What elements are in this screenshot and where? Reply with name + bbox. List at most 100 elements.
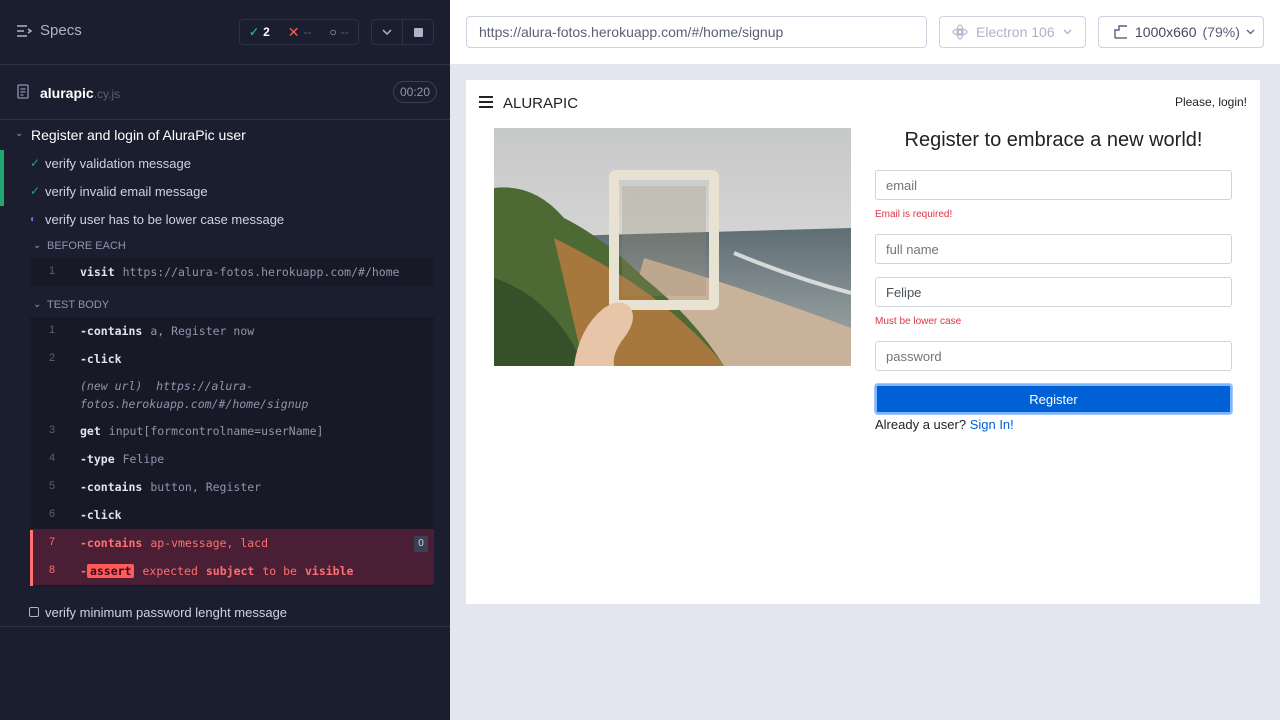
command-number: 3 bbox=[49, 424, 56, 436]
assert-tobe: to be bbox=[262, 564, 297, 578]
test-row[interactable]: verify minimum password lenght message bbox=[0, 598, 450, 627]
before-each-label: BEFORE EACH bbox=[47, 240, 126, 252]
pending-stat: ○ -- bbox=[320, 20, 357, 44]
command-number: 6 bbox=[49, 508, 56, 520]
command-name: visit https://alura-fotos.herokuapp.com/#… bbox=[80, 265, 400, 279]
command-message: ap-vmessage, lacd bbox=[150, 536, 269, 550]
before-each-block: 1 visit https://alura-fotos.herokuapp.com… bbox=[30, 258, 434, 286]
assert-visible: visible bbox=[304, 564, 354, 578]
chevron-down-icon[interactable]: ⌄ bbox=[33, 240, 41, 251]
url-bar[interactable]: https://alura-fotos.herokuapp.com/#/home… bbox=[466, 16, 927, 48]
command-message: Felipe bbox=[122, 452, 165, 466]
element-count-badge: 0 bbox=[414, 536, 428, 552]
check-icon: ✓ bbox=[30, 156, 41, 170]
stop-icon bbox=[413, 27, 423, 37]
test-label: verify user has to be lower case message bbox=[45, 212, 285, 227]
already-label: Already a user? bbox=[875, 417, 967, 432]
stop-button[interactable] bbox=[403, 19, 434, 45]
register-button[interactable]: Register bbox=[875, 384, 1232, 414]
specs-button[interactable]: Specs bbox=[16, 22, 82, 39]
command-name: -click bbox=[80, 508, 122, 522]
command-number: 2 bbox=[49, 352, 56, 364]
failure-indicator bbox=[30, 530, 33, 586]
suite-chevron-icon[interactable]: ⌄ bbox=[15, 128, 23, 139]
new-url-row[interactable]: (new url) https://alura- fotos.herokuapp… bbox=[30, 373, 434, 417]
sign-in-link[interactable]: Sign In! bbox=[970, 417, 1014, 432]
command-name: - assert expected subject to be visible bbox=[80, 564, 354, 578]
new-url-label: (new url) bbox=[80, 379, 143, 393]
test-row[interactable]: ✓ verify validation message bbox=[0, 150, 450, 178]
failed-command-row[interactable]: 8 - assert expected subject to be visible bbox=[30, 557, 434, 585]
command-row[interactable]: 3 get input[formcontrolname=userName] bbox=[30, 417, 434, 445]
test-row[interactable]: ◐ verify user has to be lower case messa… bbox=[0, 206, 450, 234]
app-under-test: ALURAPIC Please, login! Register to embr… bbox=[466, 80, 1260, 604]
specs-list-icon bbox=[17, 24, 32, 37]
check-icon: ✓ bbox=[30, 184, 41, 198]
app-toolbar: https://alura-fotos.herokuapp.com/#/home… bbox=[450, 0, 1280, 64]
spec-name[interactable]: alurapic.cy.js bbox=[40, 85, 120, 101]
test-label: verify invalid email message bbox=[45, 184, 208, 199]
expand-button[interactable] bbox=[371, 19, 403, 45]
command-row[interactable]: 4 -type Felipe bbox=[30, 445, 434, 473]
passed-indicator bbox=[0, 150, 4, 178]
reporter-header: Specs ✓ 2 ✕ -- ○ -- bbox=[0, 0, 450, 65]
command-name: -contains ap-vmessage, lacd bbox=[80, 536, 269, 550]
brand-logo[interactable]: ALURAPIC bbox=[503, 95, 578, 112]
password-field[interactable] bbox=[875, 341, 1232, 371]
electron-icon bbox=[952, 24, 968, 40]
spinner-icon: ◐ bbox=[30, 214, 37, 225]
test-body-label: TEST BODY bbox=[47, 299, 110, 311]
new-url-text: (new url) https://alura- fotos.herokuapp… bbox=[80, 377, 308, 413]
pending-square-icon bbox=[29, 607, 39, 617]
spec-row: alurapic.cy.js 00:20 bbox=[0, 65, 450, 120]
viewport-size: 1000x660 bbox=[1135, 24, 1197, 40]
file-icon bbox=[17, 84, 29, 99]
command-number: 7 bbox=[49, 536, 56, 548]
test-row[interactable]: ✓ verify invalid email message bbox=[0, 178, 450, 206]
passed-indicator bbox=[0, 178, 4, 206]
chevron-down-icon[interactable]: ⌄ bbox=[33, 299, 41, 310]
command-row[interactable]: 1 visit https://alura-fotos.herokuapp.com… bbox=[30, 258, 434, 286]
hamburger-menu-icon[interactable] bbox=[479, 96, 493, 108]
command-message: input[formcontrolname=userName] bbox=[108, 424, 324, 438]
command-row[interactable]: 1 -contains a, Register now bbox=[30, 317, 434, 345]
new-url-line1: https://alura- bbox=[156, 379, 254, 393]
suite-title[interactable]: Register and login of AluraPic user bbox=[31, 127, 246, 143]
fullname-field[interactable] bbox=[875, 234, 1232, 264]
command-number: 8 bbox=[49, 564, 56, 576]
browser-selector[interactable]: Electron 106 bbox=[939, 16, 1086, 48]
passed-stat: ✓ 2 bbox=[240, 20, 279, 44]
x-icon: ✕ bbox=[287, 23, 300, 40]
reporter-panel: Specs ✓ 2 ✕ -- ○ -- alurapic.cy.js 00:20 bbox=[0, 0, 450, 720]
pending-icon: ○ bbox=[329, 25, 337, 39]
command-number: 4 bbox=[49, 452, 56, 464]
command-name: -contains a, Register now bbox=[80, 324, 255, 338]
ruler-icon bbox=[1114, 25, 1127, 39]
test-body-block: 1 -contains a, Register now 2 -click (new… bbox=[30, 317, 434, 586]
command-name: -contains button, Register bbox=[80, 480, 262, 494]
login-link[interactable]: Please, login! bbox=[1175, 95, 1247, 109]
browser-label: Electron 106 bbox=[976, 24, 1055, 40]
command-row[interactable]: 2 -click bbox=[30, 345, 434, 373]
test-label: verify validation message bbox=[45, 156, 191, 171]
command-name: -type Felipe bbox=[80, 452, 165, 466]
viewport-selector[interactable]: 1000x660 (79%) bbox=[1098, 16, 1264, 48]
command-name: -click bbox=[80, 352, 122, 366]
failed-command-row[interactable]: 7 -contains ap-vmessage, lacd 0 bbox=[30, 529, 434, 557]
failed-stat: ✕ -- bbox=[279, 20, 321, 44]
email-error: Email is required! bbox=[875, 209, 953, 220]
spec-ext: .cy.js bbox=[93, 87, 121, 101]
command-row[interactable]: 5 -contains button, Register bbox=[30, 473, 434, 501]
specs-label: Specs bbox=[40, 22, 82, 39]
failed-count: -- bbox=[303, 25, 312, 39]
command-message: button, Register bbox=[150, 480, 262, 494]
stats-group: ✓ 2 ✕ -- ○ -- bbox=[239, 19, 359, 45]
chevron-down-icon bbox=[1063, 29, 1072, 35]
email-field[interactable] bbox=[875, 170, 1232, 200]
duration-badge: 00:20 bbox=[393, 81, 438, 103]
new-url-line2: fotos.herokuapp.com/#/home/signup bbox=[80, 397, 309, 411]
command-message: https://alura-fotos.herokuapp.com/#/home bbox=[122, 265, 400, 279]
chevron-down-icon bbox=[382, 29, 392, 35]
username-field[interactable] bbox=[875, 277, 1232, 307]
command-row[interactable]: 6 -click bbox=[30, 501, 434, 529]
